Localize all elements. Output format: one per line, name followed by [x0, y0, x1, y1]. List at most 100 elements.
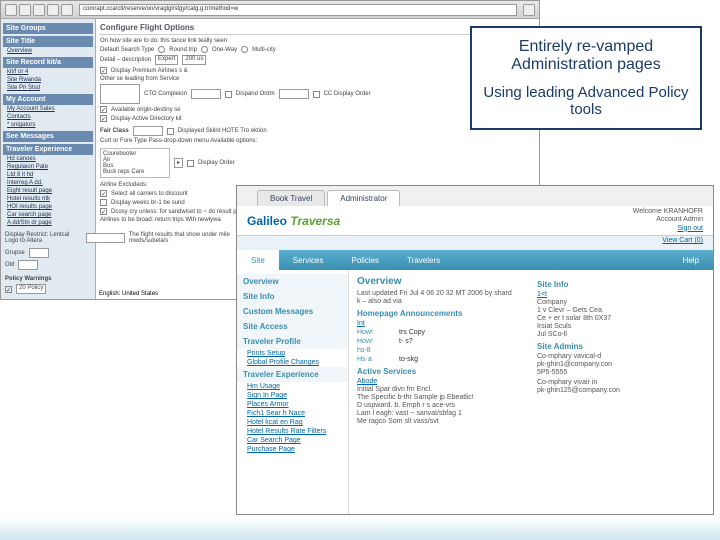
sidebar-item[interactable]: Hotel results ntk — [3, 195, 93, 203]
side-link[interactable]: Hotel kcat en Rag — [237, 418, 348, 427]
browser-toolbar: comrapt.cca/clt/reserve/on/vraglgl/stgy/… — [1, 1, 539, 19]
side-traveler-exp[interactable]: Traveler Experience — [237, 367, 348, 382]
sidebar-hdr: Site Groups — [3, 23, 93, 34]
sidebar-item[interactable]: Interreg A dd. — [3, 179, 93, 187]
side-link[interactable]: Global Profile Changes — [237, 358, 348, 367]
sidebar-item[interactable]: Car search page — [3, 211, 93, 219]
side-custom-msgs[interactable]: Custom Messages — [237, 304, 348, 319]
nav-help[interactable]: Help — [669, 250, 713, 270]
radio-multicity[interactable] — [241, 46, 248, 53]
active-services-hdr: Active Services — [357, 367, 525, 376]
disporder-checkbox2[interactable] — [187, 160, 194, 167]
premium-checkbox[interactable] — [100, 67, 107, 74]
sidebar-item[interactable]: Eight result page — [3, 187, 93, 195]
decorative-wave — [0, 518, 720, 540]
nav-services[interactable]: Services — [279, 250, 338, 270]
feature-callout: Entirely re-vamped Administration pages … — [470, 26, 702, 130]
old-sel[interactable] — [18, 260, 38, 270]
search-type-label: Default Search Type — [100, 47, 154, 53]
arrow-btn[interactable]: ▸ — [174, 158, 183, 168]
url-bar[interactable]: comrapt.cca/clt/reserve/on/vraglgl/stgy/… — [79, 4, 517, 16]
overview-column: Overview Last updated Fri Jul 4 06 20 32… — [357, 276, 525, 508]
side-link[interactable]: Purchase Page — [237, 445, 348, 454]
sidebar-hdr: Traveler Experience — [3, 144, 93, 155]
side-link[interactable]: Hm Usage — [237, 382, 348, 391]
sidebar-hdr: Site Record kit/a — [3, 57, 93, 68]
carrier-listbox[interactable]: Courebooter Air Bus Buck reps Care — [100, 148, 170, 178]
edit-link[interactable]: 1<t — [537, 291, 705, 298]
sidebar-item[interactable]: Site Pri Stsd — [3, 84, 93, 92]
sidebar-item[interactable]: My Account Sales — [3, 105, 93, 113]
tab-book-travel[interactable]: Book Travel — [257, 190, 325, 206]
home-icon[interactable] — [61, 4, 73, 16]
opt-select[interactable] — [100, 84, 140, 104]
nav-site[interactable]: Site — [237, 250, 279, 270]
avail-checkbox[interactable] — [100, 106, 107, 113]
sidebar-item[interactable]: kit/f or 4 — [3, 68, 93, 76]
services-link[interactable]: Abode — [357, 378, 525, 385]
callout-line1: Entirely re-vamped Administration pages — [480, 38, 692, 74]
go-icon[interactable] — [523, 4, 535, 16]
sidebar-item[interactable]: Regulaion Pate — [3, 163, 93, 171]
expert-label: Detail – description — [100, 57, 151, 63]
sidebar-hdr: Site Title — [3, 36, 93, 47]
announcements-link[interactable]: Int — [357, 320, 525, 327]
side-overview[interactable]: Overview — [237, 274, 348, 289]
sidebar-item[interactable]: HOI results page — [3, 203, 93, 211]
site-admins-hdr: Site Admins — [537, 342, 705, 351]
nav-travelers[interactable]: Travelers — [393, 250, 454, 270]
fair-select[interactable] — [133, 126, 163, 136]
policy-sel[interactable]: 20 Policy — [16, 284, 46, 294]
sidebar-item[interactable]: Contacts — [3, 113, 93, 121]
sidebar-item[interactable]: Ltd 8 lt hd — [3, 171, 93, 179]
airline-chk1[interactable] — [100, 190, 107, 197]
back-icon[interactable] — [5, 4, 17, 16]
sidebar-item[interactable]: Overview — [3, 47, 93, 55]
signout-link[interactable]: Sign out — [677, 225, 703, 232]
policy-chk[interactable] — [5, 286, 12, 293]
side-link[interactable]: Sign In Page — [237, 391, 348, 400]
disporder-checkbox[interactable] — [313, 91, 320, 98]
siteinfo-column: Site Info 1<t Company 1 v Clevr – Gets C… — [537, 276, 705, 508]
siteinfo-title: Site Info — [537, 280, 705, 289]
opt-select2[interactable] — [191, 89, 221, 99]
radio-oneway[interactable] — [201, 46, 208, 53]
overview-title: Overview — [357, 276, 525, 287]
fair-checkbox[interactable] — [167, 128, 174, 135]
side-link[interactable]: Prints Setup — [237, 349, 348, 358]
stop-icon[interactable] — [47, 4, 59, 16]
opt-select3[interactable] — [279, 89, 309, 99]
directory-checkbox[interactable] — [100, 115, 107, 122]
airline-chk2[interactable] — [100, 199, 107, 206]
expert-select[interactable]: Expert — [155, 55, 178, 65]
view-cart-link[interactable]: View Cart (0) — [662, 237, 703, 244]
app-header: Galileo Traversa Welcome KRANHOFR Accoun… — [237, 206, 713, 236]
reload-icon[interactable] — [33, 4, 45, 16]
side-traveler-profile[interactable]: Traveler Profile — [237, 334, 348, 349]
sidebar-item[interactable]: A dd/Stn dr page — [3, 219, 93, 227]
tab-administrator[interactable]: Administrator — [327, 190, 400, 206]
side-site-access[interactable]: Site Access — [237, 319, 348, 334]
side-link[interactable]: Car Search Page — [237, 436, 348, 445]
airline-chk3[interactable] — [100, 208, 107, 215]
side-link[interactable]: Fich1 Sear h Nace — [237, 409, 348, 418]
side-link[interactable]: Places Armor — [237, 400, 348, 409]
radio-roundtrip[interactable] — [158, 46, 165, 53]
side-siteinfo[interactable]: Site Info — [237, 289, 348, 304]
group-sel[interactable] — [29, 248, 49, 258]
sidebar-item[interactable]: * snigators — [3, 121, 93, 129]
sidebar-item[interactable]: Site Rwanda — [3, 76, 93, 84]
new-admin-window: Book Travel Administrator Galileo Traver… — [236, 185, 714, 515]
expert-num[interactable]: 200 us — [182, 55, 206, 65]
legacy-footer-extra: Display Restrict: Lentcal Logo to Altera… — [5, 230, 235, 296]
sidebar-hdr: See Messages — [3, 131, 93, 142]
dispand-checkbox[interactable] — [225, 91, 232, 98]
side-link[interactable]: Hotel Results Rate Filters — [237, 427, 348, 436]
sidebar-item[interactable]: Hd canoes — [3, 155, 93, 163]
forward-icon[interactable] — [19, 4, 31, 16]
welcome-block: Welcome KRANHOFR Account Admin Sign out — [633, 208, 703, 233]
restrict-select[interactable] — [86, 233, 125, 243]
top-tabs: Book Travel Administrator — [237, 186, 713, 206]
carrier-header: Curt or Fore Type Pass-drop-down menu Av… — [100, 138, 535, 144]
nav-policies[interactable]: Policies — [337, 250, 393, 270]
